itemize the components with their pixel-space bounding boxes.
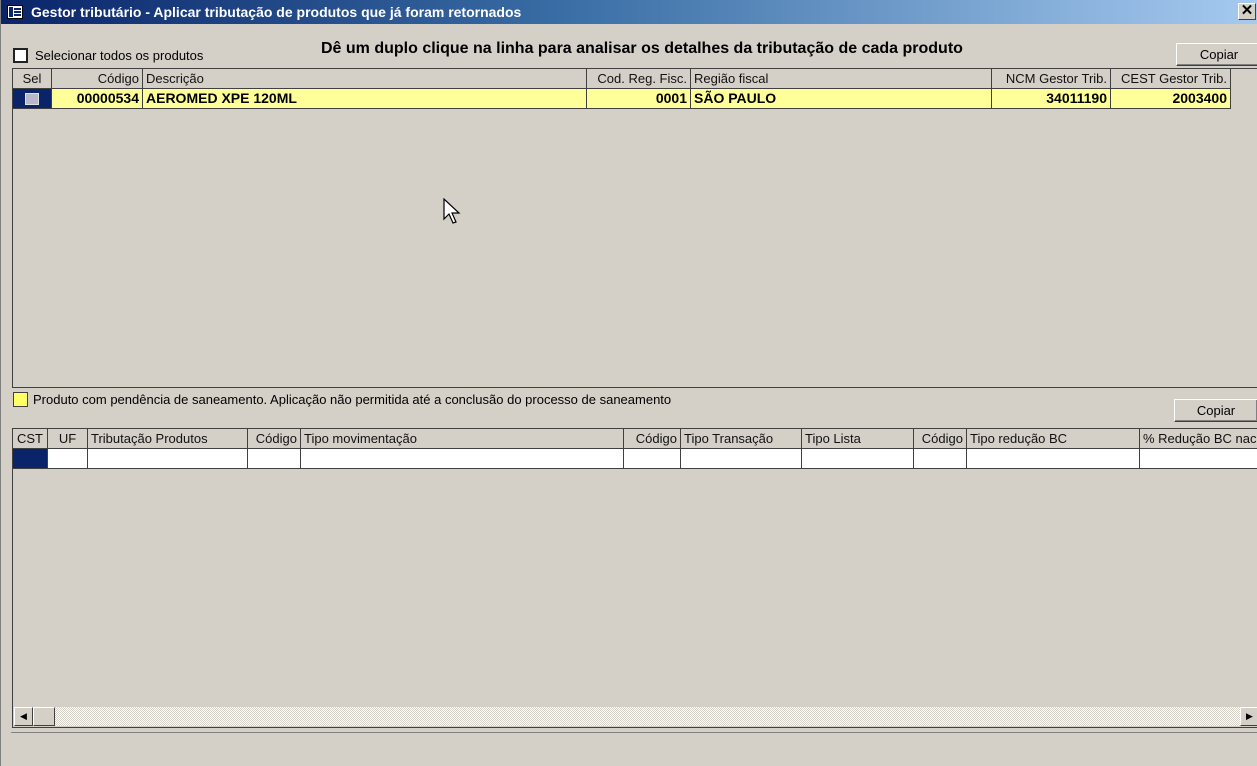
col-tributacao-produtos[interactable]: Tributação Produtos <box>88 429 248 449</box>
title-bar[interactable]: Gestor tributário - Aplicar tributação d… <box>1 0 1257 24</box>
cell-cod-reg-fisc: 0001 <box>587 89 691 109</box>
cell-regiao-fiscal: SÃO PAULO <box>691 89 992 109</box>
col-codigo-1[interactable]: Código <box>248 429 301 449</box>
copy-taxation-button[interactable]: Copiar <box>1174 399 1257 422</box>
close-button[interactable]: ✕ <box>1238 3 1256 20</box>
pending-legend-text: Produto com pendência de saneamento. Apl… <box>33 392 672 407</box>
select-all-checkbox[interactable]: Selecionar todos os produtos <box>13 48 203 63</box>
col-tipo-movimentacao[interactable]: Tipo movimentação <box>301 429 624 449</box>
cell-codigo-1[interactable] <box>248 449 301 469</box>
copy-products-button[interactable]: Copiar <box>1176 43 1257 66</box>
col-codigo-2[interactable]: Código <box>624 429 681 449</box>
col-cest[interactable]: CEST Gestor Trib. <box>1111 69 1231 89</box>
cell-tributacao-produtos[interactable] <box>88 449 248 469</box>
cell-ncm: 34011190 <box>992 89 1111 109</box>
app-icon <box>7 5 23 19</box>
col-tipo-transacao[interactable]: Tipo Transação <box>681 429 802 449</box>
cell-cst[interactable] <box>13 449 48 469</box>
col-ncm[interactable]: NCM Gestor Trib. <box>992 69 1111 89</box>
scroll-left-icon[interactable]: ◀ <box>14 707 33 726</box>
cell-tipo-reducao-bc[interactable] <box>967 449 1140 469</box>
taxation-row[interactable] <box>13 449 1257 469</box>
cell-tipo-lista[interactable] <box>802 449 914 469</box>
pending-legend: Produto com pendência de saneamento. Apl… <box>13 392 671 407</box>
col-tipo-lista[interactable]: Tipo Lista <box>802 429 914 449</box>
col-perc-reducao-bc[interactable]: % Redução BC nac <box>1140 429 1257 449</box>
select-all-label: Selecionar todos os produtos <box>35 48 204 63</box>
cell-descricao: AEROMED XPE 120ML <box>143 89 587 109</box>
mouse-pointer-icon <box>443 198 461 224</box>
row-checkbox[interactable] <box>25 92 39 105</box>
cell-codigo-2[interactable] <box>624 449 681 469</box>
cell-tipo-transacao[interactable] <box>681 449 802 469</box>
status-bar <box>11 732 1257 762</box>
cell-uf[interactable] <box>48 449 88 469</box>
cell-codigo-3[interactable] <box>914 449 967 469</box>
col-descricao[interactable]: Descrição <box>143 69 587 89</box>
products-grid-header: Sel Código Descrição Cod. Reg. Fisc. Reg… <box>13 69 1231 89</box>
col-codigo-3[interactable]: Código <box>914 429 967 449</box>
col-regiao-fiscal[interactable]: Região fiscal <box>691 69 992 89</box>
scroll-right-icon[interactable]: ▶ <box>1240 707 1257 726</box>
taxation-grid-header: CST UF Tributação Produtos Código Tipo m… <box>13 429 1257 449</box>
taxation-grid[interactable]: CST UF Tributação Produtos Código Tipo m… <box>12 428 1257 728</box>
cell-cest: 2003400 <box>1111 89 1231 109</box>
col-cst[interactable]: CST <box>13 429 48 449</box>
col-uf[interactable]: UF <box>48 429 88 449</box>
col-codigo[interactable]: Código <box>52 69 143 89</box>
col-cod-reg-fisc[interactable]: Cod. Reg. Fisc. <box>587 69 691 89</box>
pending-color-swatch <box>13 392 28 407</box>
row-select-cell[interactable] <box>13 89 52 109</box>
cell-tipo-movimentacao[interactable] <box>301 449 624 469</box>
instruction-text: Dê um duplo clique na linha para analisa… <box>321 40 963 57</box>
col-tipo-reducao-bc[interactable]: Tipo redução BC <box>967 429 1140 449</box>
scroll-thumb[interactable] <box>33 707 55 726</box>
cell-perc-reducao-bc[interactable] <box>1140 449 1257 469</box>
horizontal-scrollbar[interactable]: ◀ ▶ <box>14 707 1257 726</box>
col-sel[interactable]: Sel <box>13 69 52 89</box>
cell-codigo: 00000534 <box>52 89 143 109</box>
checkbox-icon[interactable] <box>13 48 28 63</box>
window-title: Gestor tributário - Aplicar tributação d… <box>31 4 522 20</box>
main-window: Gestor tributário - Aplicar tributação d… <box>0 0 1257 766</box>
products-grid[interactable]: Sel Código Descrição Cod. Reg. Fisc. Reg… <box>12 68 1257 388</box>
product-row[interactable]: 00000534 AEROMED XPE 120ML 0001 SÃO PAUL… <box>13 89 1231 109</box>
